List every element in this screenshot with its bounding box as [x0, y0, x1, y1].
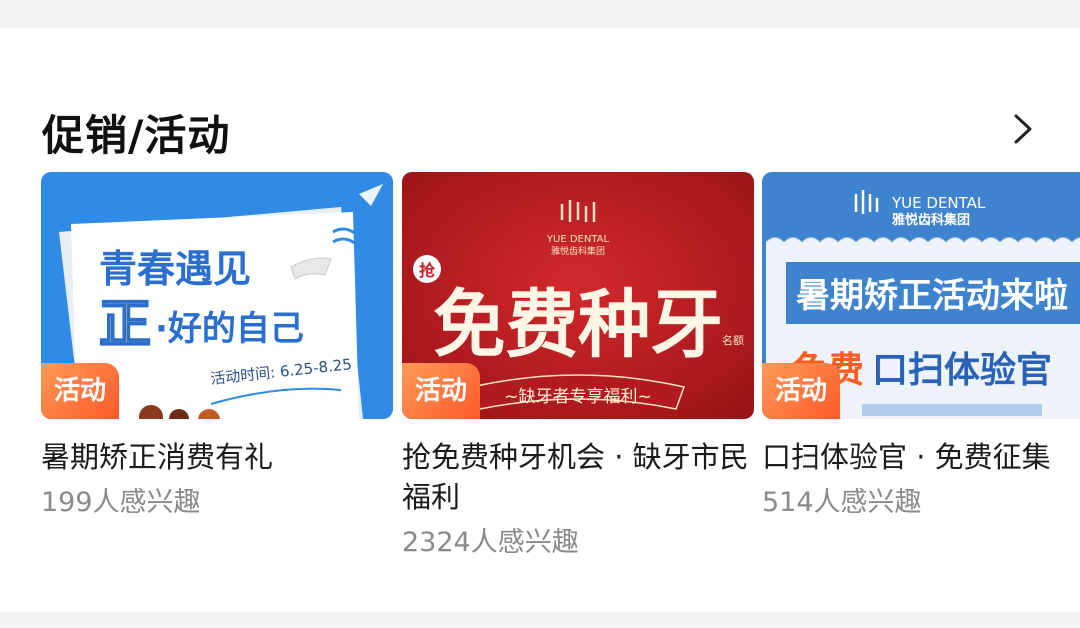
activity-badge: 活动	[41, 363, 119, 419]
promo-card-1[interactable]: 青春遇见 正 ·好的自己 活动时间: 6.25-8.25 活动 暑期矫正消费有礼…	[41, 172, 393, 523]
interest-count: 2324人感兴趣	[402, 527, 579, 558]
grab-label: 抢	[419, 261, 436, 280]
promo-card-2[interactable]: YUE DENTAL 雅悦齿科集团 抢 免费种牙 名额 ~缺牙者专享福利~ 活动…	[402, 172, 754, 563]
poster3-banner: 暑期矫正活动来啦	[796, 276, 1068, 316]
brand-chinese: 雅悦齿科集团	[892, 212, 970, 228]
poster1-big-char: 正	[99, 295, 151, 355]
promo-section-card: 促销/活动 青春遇见 正 ·好的自己 活动时间: 6.25-8.25 活动 暑期…	[0, 28, 1080, 612]
promo-title[interactable]: 暑期矫正消费有礼	[41, 437, 393, 477]
brand-english: YUE DENTAL	[891, 194, 986, 212]
interest-count: 514人感兴趣	[762, 487, 922, 518]
section-title: 促销/活动	[42, 111, 231, 160]
poster3-sub: 口扫体验官	[872, 350, 1052, 391]
poster2-ribbon: ~缺牙者专享福利~	[504, 387, 652, 407]
promo-card-3[interactable]: YUE DENTAL 雅悦齿科集团 暑期矫正活动来啦 免费 口扫体验官 活动 口…	[762, 172, 1080, 523]
activity-badge: 活动	[762, 363, 840, 419]
chevron-right-icon[interactable]	[1008, 112, 1038, 146]
activity-badge: 活动	[402, 363, 480, 419]
quota-label: 名额	[722, 333, 744, 347]
promo-title[interactable]: 口扫体验官 · 免费征集	[762, 437, 1080, 477]
interest-count: 199人感兴趣	[41, 487, 201, 518]
poster2-headline: 免费种牙	[433, 282, 723, 368]
promo-image-3[interactable]: YUE DENTAL 雅悦齿科集团 暑期矫正活动来啦 免费 口扫体验官 活动	[762, 172, 1080, 419]
poster1-line1: 青春遇见	[99, 247, 251, 291]
brand-english: YUE DENTAL	[546, 234, 610, 245]
promo-image-2[interactable]: YUE DENTAL 雅悦齿科集团 抢 免费种牙 名额 ~缺牙者专享福利~ 活动	[402, 172, 754, 419]
brand-chinese: 雅悦齿科集团	[551, 245, 605, 257]
poster1-line2: ·好的自己	[155, 309, 304, 349]
promo-title[interactable]: 抢免费种牙机会 · 缺牙市民福利	[402, 437, 754, 517]
promo-image-1[interactable]: 青春遇见 正 ·好的自己 活动时间: 6.25-8.25 活动	[41, 172, 393, 419]
